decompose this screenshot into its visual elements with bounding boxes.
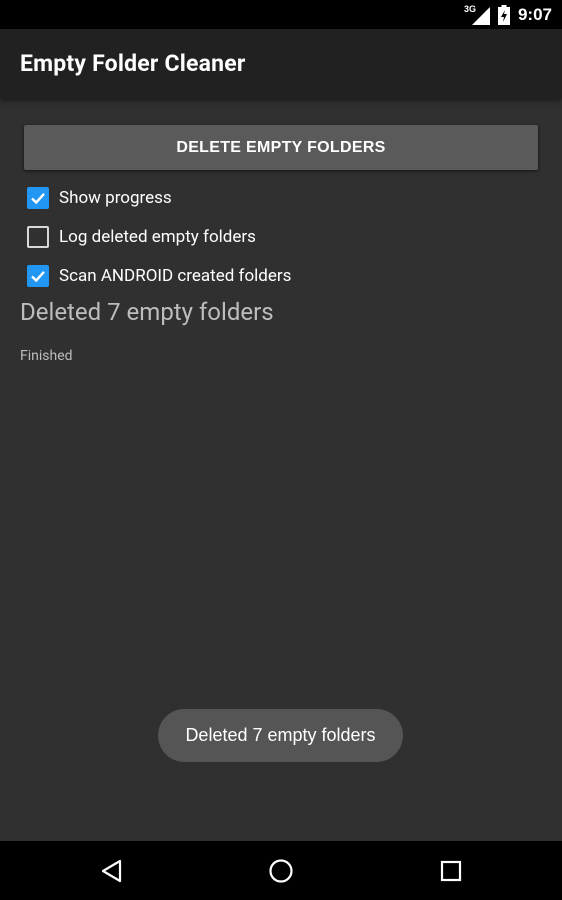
toast-notification: Deleted 7 empty folders <box>158 709 403 762</box>
status-bar: 3G 9:07 <box>0 0 562 29</box>
option-show-progress[interactable]: Show progress <box>27 184 172 212</box>
checkbox-checked-icon[interactable] <box>27 265 49 287</box>
recents-icon[interactable] <box>435 855 467 887</box>
cell-signal-icon: 3G <box>464 4 490 25</box>
checkbox-checked-icon[interactable] <box>27 187 49 209</box>
result-message: Deleted 7 empty folders <box>20 298 274 326</box>
navigation-bar <box>0 841 562 900</box>
checkbox-unchecked-icon[interactable] <box>27 226 49 248</box>
delete-empty-folders-button[interactable]: DELETE EMPTY FOLDERS <box>24 125 538 170</box>
home-icon[interactable] <box>265 855 297 887</box>
battery-charging-icon <box>497 4 510 25</box>
option-log-deleted-folders[interactable]: Log deleted empty folders <box>27 223 256 251</box>
status-clock: 9:07 <box>517 4 552 24</box>
status-message: Finished <box>20 348 73 364</box>
status-icons: 3G 9:07 <box>464 0 552 29</box>
option-label: Show progress <box>59 188 172 208</box>
option-scan-android-folders[interactable]: Scan ANDROID created folders <box>27 262 291 290</box>
app-bar: Empty Folder Cleaner <box>0 29 562 98</box>
option-label: Scan ANDROID created folders <box>59 266 292 286</box>
app-title: Empty Folder Cleaner <box>20 50 246 77</box>
back-icon[interactable] <box>96 855 128 887</box>
option-label: Log deleted empty folders <box>59 227 256 247</box>
